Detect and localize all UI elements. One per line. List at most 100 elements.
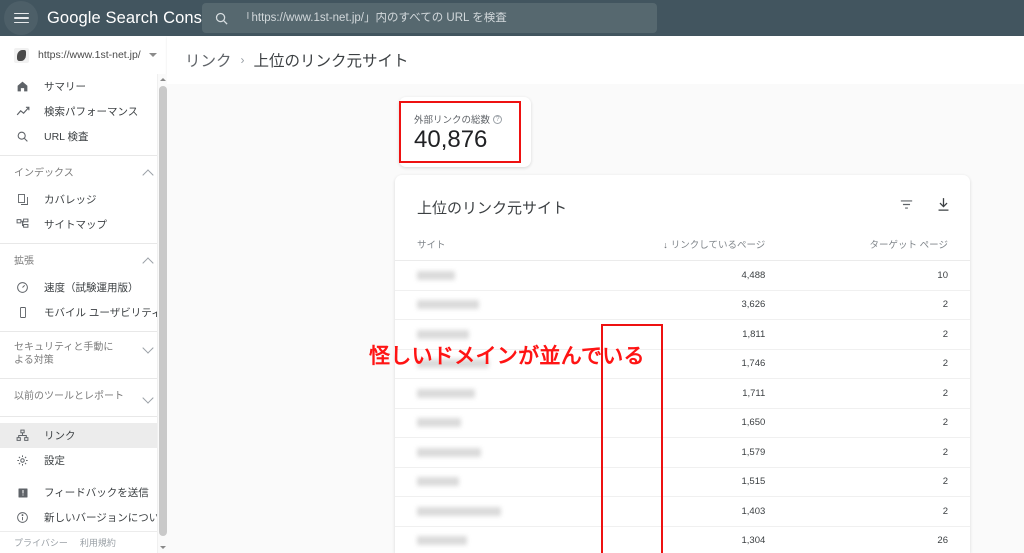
sidebar-item-label: サマリー [44, 81, 86, 93]
sidebar-item-label: URL 検査 [44, 131, 89, 143]
sidebar-item-label: フィードバックを送信 [44, 487, 149, 499]
sitemap-icon [14, 216, 31, 233]
search-icon [215, 12, 228, 25]
table-row[interactable]: 1,403 2 [395, 496, 970, 527]
sidebar-divider [0, 378, 166, 379]
sidebar-divider [0, 331, 166, 332]
cell-target-pages: 10 [803, 260, 970, 291]
mobile-icon [14, 304, 31, 321]
sidebar-footer-links: プライバシー 利用規約 [0, 531, 166, 553]
trending-up-icon [14, 103, 31, 120]
chevron-up-icon [142, 168, 154, 181]
cell-target-pages: 2 [803, 437, 970, 468]
sidebar-section-label: セキュリティと手動による対策 [14, 342, 114, 366]
cell-linking-pages: 4,488 [570, 260, 804, 291]
table-row[interactable]: 1,579 2 [395, 437, 970, 468]
cell-linking-pages: 3,626 [570, 290, 804, 320]
table-body: 4,488 10 3,626 2 1,811 2 1,746 2 1,711 2 1,650 2 1,5… [395, 260, 970, 553]
sidebar-item-links[interactable]: リンク [0, 423, 166, 448]
cell-target-pages: 2 [803, 319, 970, 350]
sidebar-item-coverage[interactable]: カバレッジ [0, 187, 166, 212]
sidebar-section-enhancements[interactable]: 拡張 [0, 250, 166, 275]
redacted-site-name [417, 300, 479, 310]
cell-target-pages: 2 [803, 408, 970, 438]
search-icon [14, 128, 31, 145]
table-row[interactable]: 1,515 2 [395, 467, 970, 497]
cell-linking-pages: 1,515 [570, 467, 804, 497]
sidebar-section-label: インデックス [14, 168, 74, 180]
scrollbar-thumb[interactable] [159, 86, 167, 536]
filter-icon[interactable] [898, 196, 915, 213]
chevron-down-icon [142, 391, 154, 404]
download-icon[interactable] [935, 196, 952, 213]
search-input[interactable] [240, 12, 647, 24]
annotation-callout-text: 怪しいドメインが並んでいる [369, 344, 645, 368]
sidebar-section-index[interactable]: インデックス [0, 162, 166, 187]
app-brand[interactable]: Google Search Console [47, 9, 224, 28]
column-label: リンクしているページ [670, 240, 766, 251]
table-header-row: サイト ↓ リンクしているページ ターゲット ページ [395, 228, 970, 261]
column-header-linking-pages[interactable]: ↓ リンクしているページ [570, 228, 804, 261]
top-linking-sites-table: サイト ↓ リンクしているページ ターゲット ページ 4,488 10 3,626 2 1… [395, 228, 970, 553]
sidebar-item-mobile-usability[interactable]: モバイル ユーザビリティ [0, 300, 166, 325]
column-header-target-pages[interactable]: ターゲット ページ [803, 228, 970, 261]
table-head: サイト ↓ リンクしているページ ターゲット ページ [395, 228, 970, 261]
sidebar-section-legacy-tools[interactable]: 以前のツールとレポート [0, 385, 166, 410]
help-icon[interactable]: ? [493, 114, 503, 124]
cell-site [395, 526, 571, 553]
total-external-links-card[interactable]: 外部リンクの総数 ? 40,876 [399, 97, 531, 167]
page-title: 上位のリンク元サイト [253, 53, 409, 70]
sidebar-divider [0, 416, 166, 417]
cell-linking-pages: 1,650 [570, 408, 804, 438]
sidebar-item-about-new-version[interactable]: 新しいバージョンについて [0, 505, 166, 530]
sidebar-item-performance[interactable]: 検索パフォーマンス [0, 99, 166, 124]
redacted-site-name [417, 329, 469, 339]
cell-site [395, 408, 571, 438]
sidebar-item-url-inspection[interactable]: URL 検査 [0, 124, 166, 149]
cell-site [395, 467, 571, 497]
metric-label: 外部リンクの総数 [414, 115, 491, 126]
sidebar-item-summary[interactable]: サマリー [0, 74, 166, 99]
sidebar-item-sitemaps[interactable]: サイトマップ [0, 212, 166, 237]
sidebar-item-speed[interactable]: 速度（試験運用版） [0, 275, 166, 300]
column-header-site[interactable]: サイト [395, 228, 571, 261]
sidebar-divider [0, 155, 166, 156]
table-row[interactable]: 1,650 2 [395, 408, 970, 438]
sidebar-item-label: モバイル ユーザビリティ [44, 307, 162, 319]
chevron-down-icon[interactable] [149, 53, 157, 57]
brand-google: Google [47, 8, 101, 27]
redacted-site-name [417, 418, 461, 428]
table-row[interactable]: 4,488 10 [395, 260, 970, 291]
gear-icon [14, 452, 31, 469]
metric-label-row: 外部リンクの総数 ? [414, 112, 503, 126]
breadcrumb: リンク › 上位のリンク元サイト [167, 36, 1024, 84]
global-search-box[interactable] [202, 3, 657, 33]
redacted-site-name [417, 388, 475, 398]
hamburger-icon[interactable] [4, 1, 38, 35]
site-favicon-icon [14, 47, 29, 63]
sidebar-nav: サマリー 検索パフォーマンス URL 検査 インデックス カバレッジ サイトマッ… [0, 74, 167, 553]
sidebar-section-security[interactable]: セキュリティと手動による対策 [0, 338, 166, 372]
cell-linking-pages: 1,403 [570, 496, 804, 527]
links-icon [14, 427, 31, 444]
property-selector[interactable]: https://www.1st-net.jp/ [0, 36, 167, 74]
main-content: 外部リンクの総数 ? 40,876 上位のリンク元サイト サイト ↓ リンクして… [167, 84, 1024, 553]
feedback-icon [14, 484, 31, 501]
privacy-link[interactable]: プライバシー [14, 536, 68, 549]
cell-linking-pages: 1,711 [570, 378, 804, 409]
sidebar-item-settings[interactable]: 設定 [0, 448, 166, 473]
breadcrumb-parent[interactable]: リンク [185, 49, 232, 71]
table-title: 上位のリンク元サイト [417, 200, 568, 217]
sidebar-scrollbar[interactable] [157, 74, 167, 553]
cell-linking-pages: 1,304 [570, 526, 804, 553]
table-row[interactable]: 1,304 26 [395, 526, 970, 553]
sidebar-item-feedback[interactable]: フィードバックを送信 [0, 480, 166, 505]
cell-site [395, 260, 571, 291]
cell-site [395, 290, 571, 320]
terms-link[interactable]: 利用規約 [80, 536, 116, 549]
redacted-site-name [417, 506, 501, 516]
sidebar-item-label: カバレッジ [44, 194, 97, 206]
table-row[interactable]: 1,711 2 [395, 378, 970, 409]
table-row[interactable]: 3,626 2 [395, 290, 970, 320]
